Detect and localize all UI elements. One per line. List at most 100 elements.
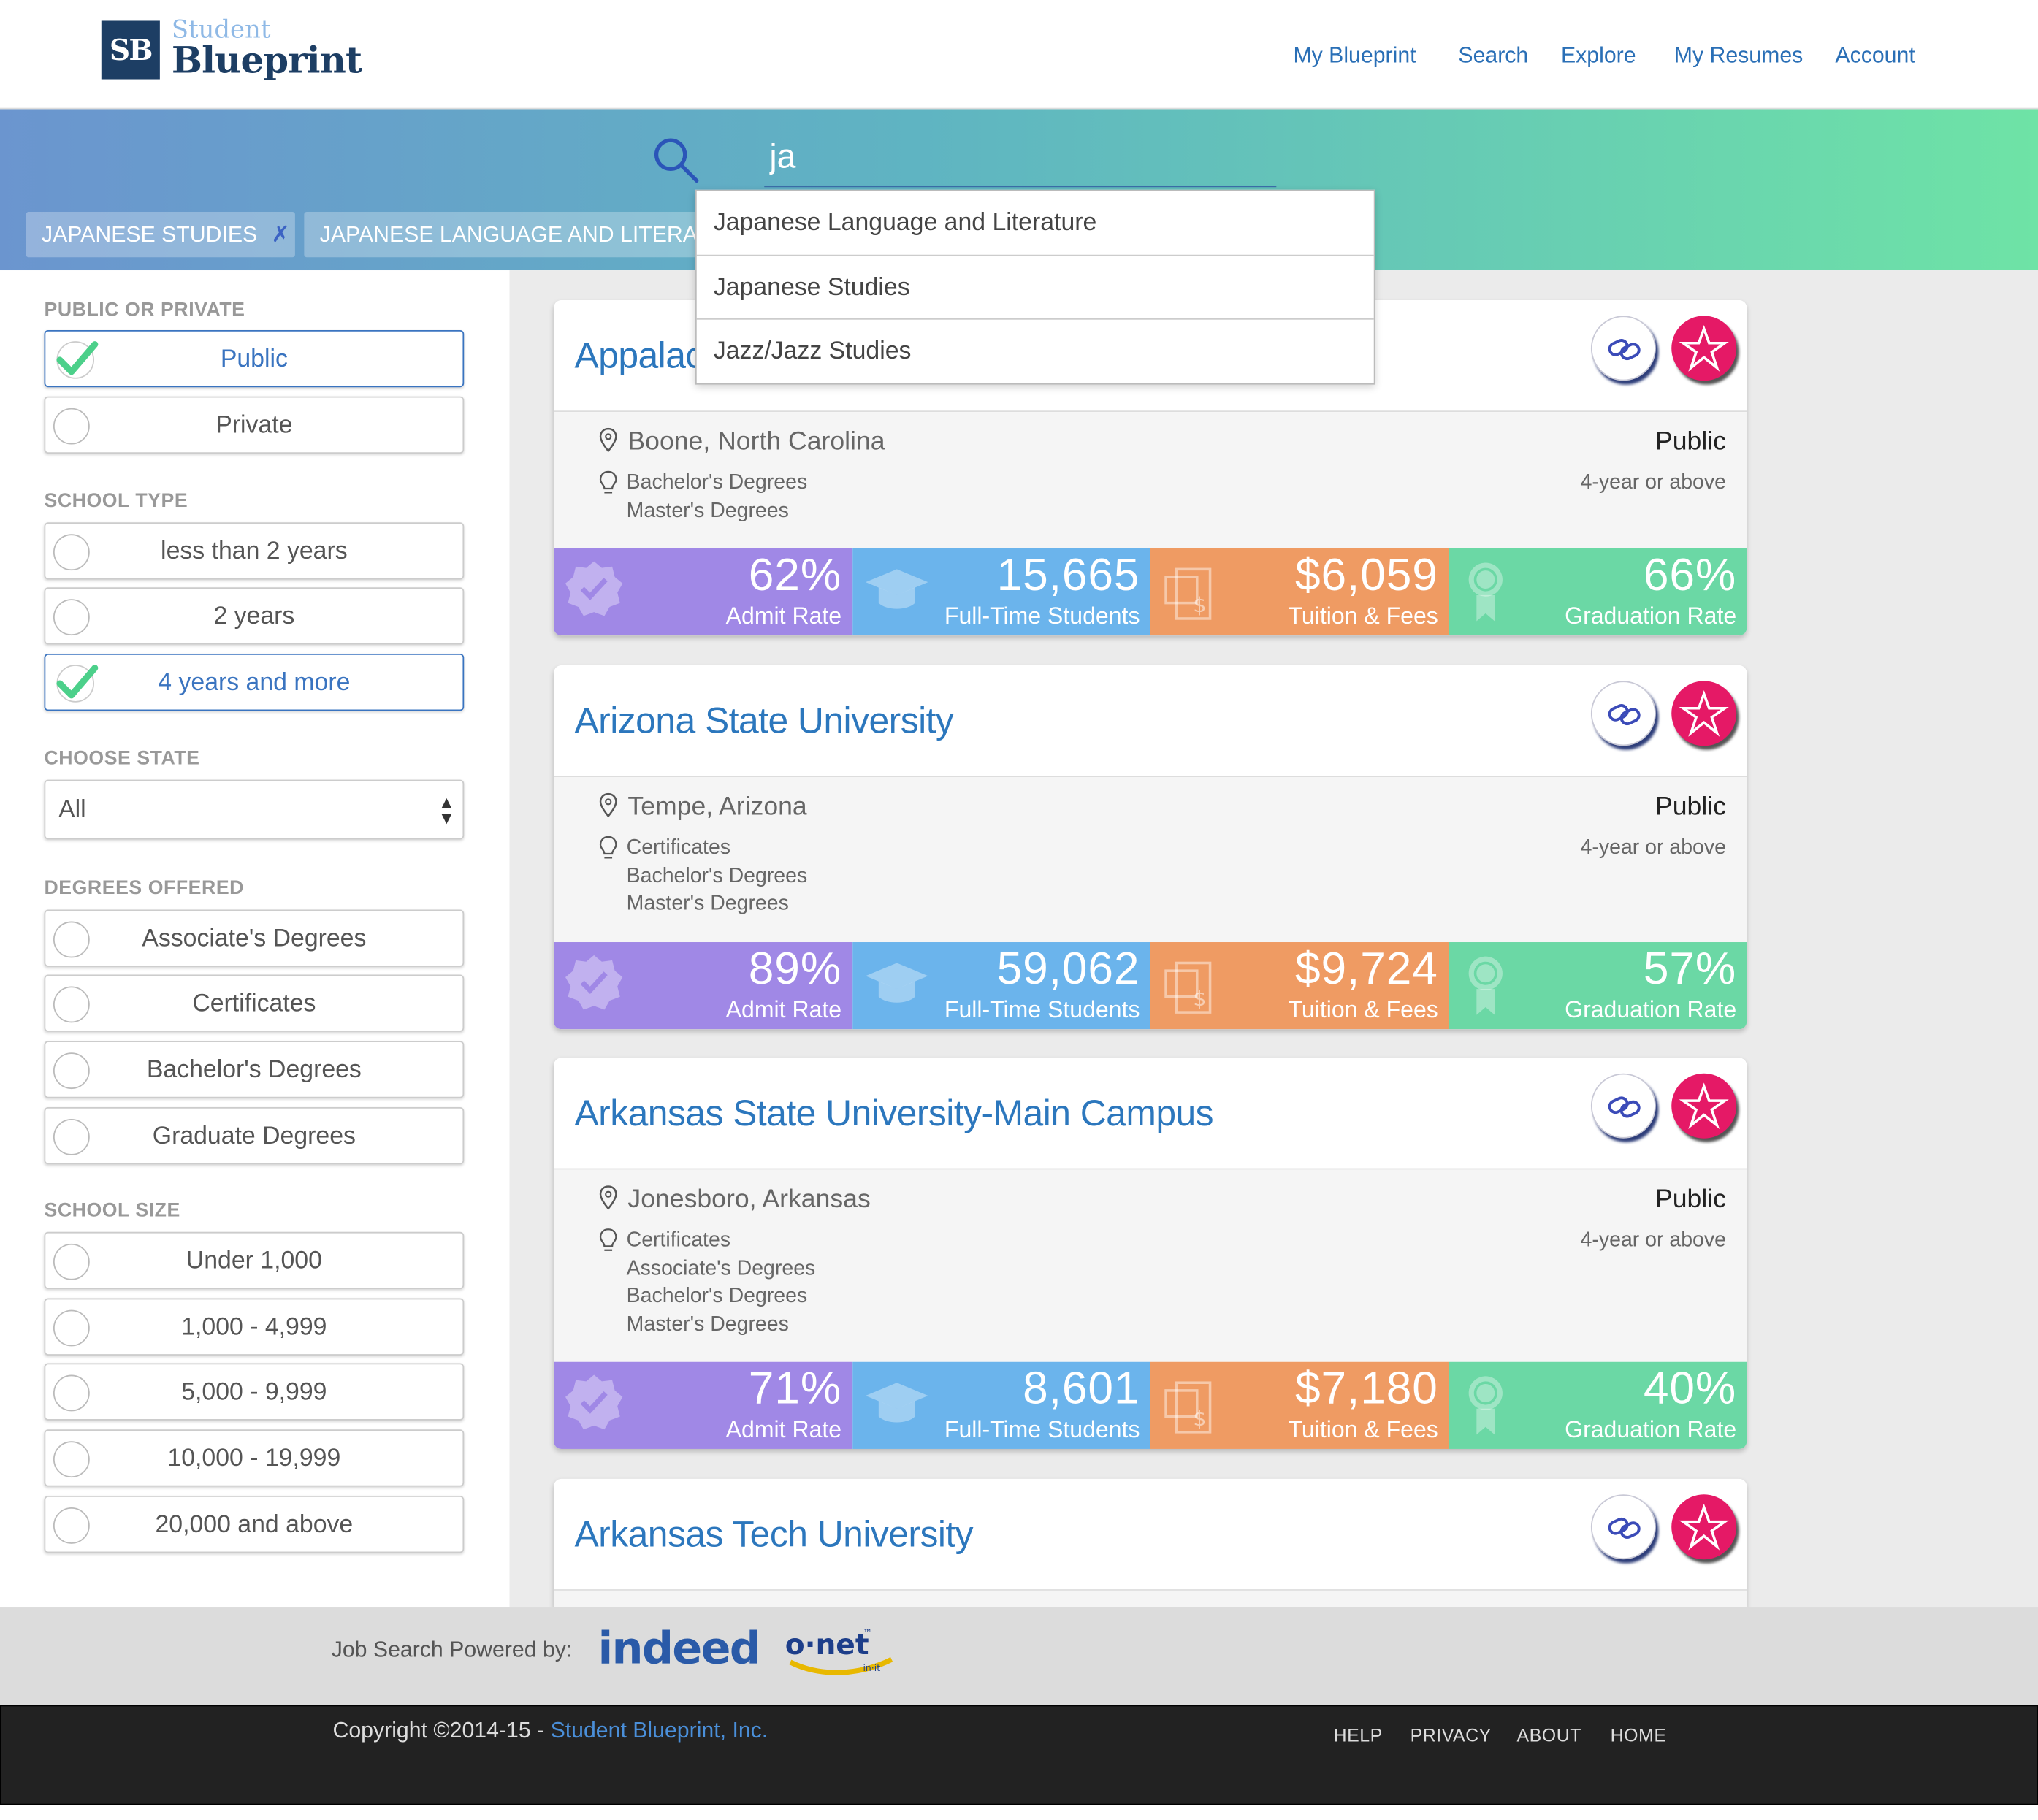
- tuition-stat: $ $9,724 Tuition & Fees: [1150, 942, 1449, 1030]
- favorite-button[interactable]: [1671, 1494, 1737, 1560]
- nav-search[interactable]: Search: [1458, 43, 1528, 69]
- indeed-logo[interactable]: indeed: [598, 1623, 761, 1675]
- school-name-link[interactable]: Arizona State University: [574, 700, 953, 742]
- students-value: 8,601: [1023, 1363, 1140, 1414]
- tuition-value: $7,180: [1294, 1363, 1438, 1414]
- admit-rate-stat: 71% Admit Rate: [553, 1361, 852, 1449]
- lightbulb-icon: [599, 1228, 617, 1251]
- footer-link-about[interactable]: ABOUT: [1516, 1724, 1581, 1745]
- search-input[interactable]: [764, 127, 1277, 188]
- filter-tag-label: JAPANESE STUDIES: [41, 222, 258, 248]
- filter-option-less-than-2-years[interactable]: less than 2 years: [44, 522, 465, 580]
- degree-item: Bachelor's Degrees: [626, 1285, 808, 1308]
- onet-logo[interactable]: o·net ™ in·it: [782, 1623, 894, 1678]
- filter-option-4-years[interactable]: 4 years and more: [44, 654, 465, 711]
- autocomplete-option[interactable]: Japanese Language and Literature: [696, 191, 1374, 256]
- admit-rate-label: Admit Rate: [725, 1416, 842, 1443]
- nav-my-resumes[interactable]: My Resumes: [1674, 43, 1803, 69]
- filter-tag[interactable]: JAPANESE STUDIES ✗: [26, 212, 295, 258]
- degree-item: Certificates: [626, 1229, 731, 1252]
- radio-circle-icon: [53, 599, 90, 636]
- tuition-value: $9,724: [1294, 943, 1438, 995]
- money-document-icon: $: [1164, 567, 1212, 620]
- filter-option-bachelors[interactable]: Bachelor's Degrees: [44, 1041, 465, 1098]
- option-label: 10,000 - 19,999: [167, 1445, 341, 1472]
- school-control: Public: [1655, 1185, 1726, 1214]
- checkmark-icon: [56, 341, 99, 379]
- graduation-value: 66%: [1643, 549, 1737, 601]
- nav-account[interactable]: Account: [1835, 43, 1915, 69]
- autocomplete-dropdown: Japanese Language and Literature Japanes…: [695, 189, 1375, 385]
- tuition-label: Tuition & Fees: [1288, 996, 1438, 1023]
- school-card[interactable]: Arkansas State University-Main Campus Jo…: [553, 1058, 1747, 1449]
- school-card[interactable]: Arkansas Tech University: [553, 1478, 1747, 1608]
- admit-rate-label: Admit Rate: [725, 996, 842, 1023]
- powered-by-text: Job Search Powered by:: [331, 1637, 573, 1662]
- page-bottom-margin: [0, 1805, 2038, 1812]
- stats-bar: 62% Admit Rate 15,665 Full-Time Students…: [553, 548, 1747, 636]
- filter-option-size[interactable]: Under 1,000: [44, 1231, 465, 1290]
- logo-big-text: Blueprint: [171, 39, 362, 83]
- select-arrows-icon: ▲ ▼: [438, 792, 455, 828]
- students-label: Full-Time Students: [944, 996, 1140, 1023]
- link-button[interactable]: [1590, 1073, 1656, 1139]
- admit-rate-value: 71%: [748, 1363, 842, 1414]
- nav-explore[interactable]: Explore: [1561, 43, 1636, 69]
- lightbulb-icon: [599, 470, 617, 494]
- radio-circle-icon: [53, 986, 90, 1023]
- footer-link-home[interactable]: HOME: [1611, 1724, 1667, 1745]
- radio-circle-icon: [53, 408, 90, 445]
- tuition-stat: $ $6,059 Tuition & Fees: [1150, 548, 1449, 636]
- tuition-label: Tuition & Fees: [1288, 1416, 1438, 1443]
- award-ribbon-icon: [1468, 562, 1503, 622]
- admit-rate-label: Admit Rate: [725, 603, 842, 630]
- autocomplete-option[interactable]: Jazz/Jazz Studies: [697, 320, 1374, 384]
- filter-option-public[interactable]: Public: [44, 329, 465, 388]
- favorite-button[interactable]: [1671, 681, 1737, 746]
- company-link[interactable]: Student Blueprint, Inc.: [551, 1718, 768, 1743]
- close-icon[interactable]: ✗: [271, 212, 289, 257]
- filter-option-private[interactable]: Private: [44, 396, 465, 454]
- nav-my-blueprint[interactable]: My Blueprint: [1293, 43, 1416, 69]
- section-label-public-private: PUBLIC OR PRIVATE: [44, 299, 245, 321]
- top-header: SB Student Blueprint My Blueprint Search…: [0, 0, 2038, 110]
- filter-option-size[interactable]: 10,000 - 19,999: [44, 1429, 465, 1487]
- graduation-value: 57%: [1643, 943, 1737, 995]
- filter-option-size[interactable]: 5,000 - 9,999: [44, 1363, 465, 1421]
- section-label-school-type: SCHOOL TYPE: [44, 489, 188, 513]
- link-button[interactable]: [1590, 1494, 1656, 1560]
- option-label: Graduate Degrees: [152, 1123, 356, 1150]
- svg-text:$: $: [1193, 1407, 1206, 1431]
- option-label: Public: [220, 345, 288, 373]
- filter-option-certificates[interactable]: Certificates: [44, 974, 465, 1032]
- tuition-label: Tuition & Fees: [1288, 603, 1438, 630]
- school-name-link[interactable]: Arkansas Tech University: [574, 1514, 973, 1556]
- filter-option-size[interactable]: 1,000 - 4,999: [44, 1298, 465, 1356]
- radio-circle-icon: [53, 921, 90, 958]
- favorite-button[interactable]: [1671, 316, 1737, 381]
- footer-link-help[interactable]: HELP: [1334, 1724, 1383, 1745]
- option-label: Certificates: [192, 990, 316, 1018]
- logo[interactable]: SB Student Blueprint: [101, 18, 362, 83]
- search-icon[interactable]: [650, 134, 702, 186]
- state-select[interactable]: All ▲ ▼: [44, 779, 465, 840]
- footer-link-privacy[interactable]: PRIVACY: [1411, 1724, 1492, 1745]
- filter-tag[interactable]: JAPANESE LANGUAGE AND LITERA: [304, 212, 707, 258]
- favorite-button[interactable]: [1671, 1073, 1737, 1139]
- school-card[interactable]: Arizona State University Tempe, Arizona …: [553, 665, 1747, 1030]
- degree-item: Master's Degrees: [626, 1313, 789, 1336]
- filter-option-size[interactable]: 20,000 and above: [44, 1496, 465, 1553]
- filter-option-2-years[interactable]: 2 years: [44, 587, 465, 645]
- link-button[interactable]: [1590, 316, 1656, 381]
- option-label: 1,000 - 4,999: [181, 1313, 327, 1342]
- admit-rate-stat: 89% Admit Rate: [553, 942, 852, 1030]
- school-name-link[interactable]: Arkansas State University-Main Campus: [574, 1093, 1213, 1134]
- graduation-stat: 57% Graduation Rate: [1449, 942, 1747, 1030]
- option-label: Under 1,000: [186, 1247, 322, 1275]
- link-button[interactable]: [1590, 681, 1656, 746]
- filter-option-graduate[interactable]: Graduate Degrees: [44, 1106, 465, 1165]
- filter-option-associates[interactable]: Associate's Degrees: [44, 909, 465, 967]
- autocomplete-option[interactable]: Japanese Studies: [696, 256, 1374, 320]
- degree-item: Associate's Degrees: [626, 1257, 816, 1280]
- option-label: 4 years and more: [158, 669, 351, 697]
